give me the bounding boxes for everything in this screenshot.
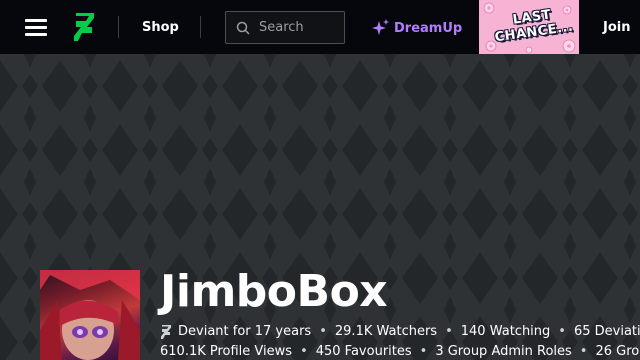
stat-profile-views: 610.1K Profile Views (160, 344, 293, 359)
stat-watchers[interactable]: 29.1K Watchers (335, 324, 437, 339)
promo-banner[interactable]: LAST CHANCE... (479, 0, 579, 54)
avatar-image (40, 270, 140, 360)
separator-dot: • (319, 324, 327, 339)
profile-stats-row: 610.1K Profile Views • 450 Favourites • … (160, 344, 640, 359)
dreamup-label: DreamUp (394, 20, 463, 36)
separator-dot: • (300, 344, 308, 359)
separator-dot: • (445, 324, 453, 339)
stat-deviations[interactable]: 65 Deviations (574, 324, 640, 339)
stat-deviant-for: Deviant for 17 years (178, 324, 312, 339)
deviantart-logo[interactable] (73, 13, 95, 41)
search-input[interactable]: Search (225, 11, 345, 44)
divider (118, 16, 119, 38)
top-navigation-bar: Shop Search DreamUp LAST CHANCE... Join (0, 0, 640, 54)
stat-group-memberships[interactable]: 26 Group M (595, 344, 640, 359)
menu-icon[interactable] (25, 19, 47, 37)
search-placeholder: Search (259, 20, 304, 35)
stat-watching[interactable]: 140 Watching (461, 324, 551, 339)
stat-group-admin-roles[interactable]: 3 Group Admin Roles (435, 344, 571, 359)
dreamup-button[interactable]: DreamUp (372, 19, 462, 37)
search-icon (236, 21, 250, 35)
sparkle-icon (372, 19, 389, 35)
join-button[interactable]: Join (603, 20, 630, 35)
separator-dot: • (579, 344, 588, 359)
profile-stats-row: Deviant for 17 years • 29.1K Watchers • … (160, 324, 640, 339)
deviant-icon (161, 324, 171, 339)
profile-username: JimboBox (160, 266, 388, 317)
separator-dot: • (419, 344, 428, 359)
shop-link[interactable]: Shop (142, 20, 179, 35)
separator-dot: • (558, 324, 566, 339)
divider (200, 16, 201, 38)
stat-favourites[interactable]: 450 Favourites (316, 344, 412, 359)
avatar[interactable] (40, 270, 140, 360)
